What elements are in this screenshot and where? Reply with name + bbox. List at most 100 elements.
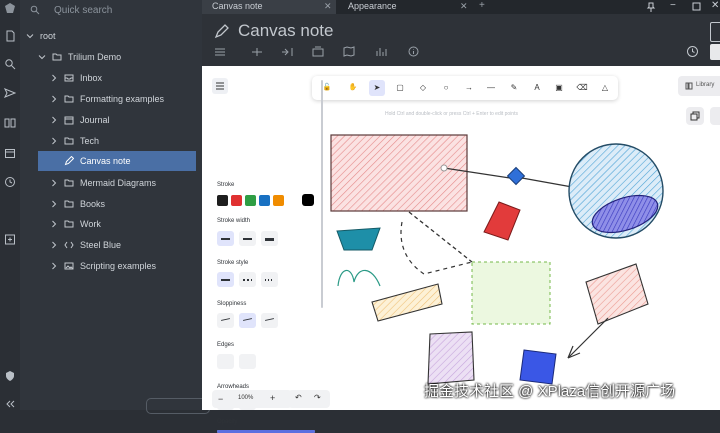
note-history-icon[interactable] <box>686 45 699 58</box>
more-shapes-icon[interactable]: △ <box>597 80 613 96</box>
attribute-icon[interactable] <box>251 47 263 57</box>
tree-actions[interactable] <box>146 398 210 414</box>
tree-item-label: Books <box>80 199 106 209</box>
stroke-style-dotted[interactable] <box>261 272 278 287</box>
delete-button[interactable] <box>710 107 720 125</box>
sloppiness-cartoonist[interactable] <box>261 313 278 328</box>
stroke-style-solid[interactable] <box>217 272 234 287</box>
diamond-icon[interactable]: ◇ <box>415 80 431 96</box>
tree-item[interactable]: Scripting examples <box>20 256 202 276</box>
tree-item[interactable]: Inbox <box>20 68 202 88</box>
collapse-sidebar-icon[interactable] <box>4 398 16 410</box>
chevron-right-icon[interactable] <box>50 220 58 228</box>
tree-item[interactable]: Journal <box>20 110 202 130</box>
pointer-icon[interactable]: ➤ <box>369 80 385 96</box>
more-options-icon[interactable] <box>710 44 720 60</box>
calendar-icon[interactable] <box>4 147 16 159</box>
tree-item[interactable]: Tech <box>20 131 202 151</box>
stroke-color-swatch[interactable] <box>273 195 284 206</box>
arrow-icon[interactable]: → <box>461 80 477 96</box>
archive-icon[interactable] <box>312 46 324 57</box>
maximize-icon[interactable] <box>692 2 701 11</box>
text-icon[interactable]: A <box>529 80 545 96</box>
chevron-right-icon[interactable] <box>50 137 58 145</box>
tree-item[interactable]: Trilium Demo <box>20 47 202 67</box>
trilium-logo-icon[interactable] <box>4 2 16 14</box>
line-icon[interactable]: — <box>483 80 499 96</box>
history-icon[interactable] <box>4 176 16 188</box>
map-icon[interactable] <box>343 46 355 57</box>
stroke-color-swatch[interactable] <box>259 195 270 206</box>
tab-canvas-note[interactable]: Canvas note ✕ <box>202 0 336 14</box>
chevron-down-icon[interactable] <box>38 53 46 61</box>
zoom-in-button[interactable]: + <box>270 393 275 403</box>
pencil-icon[interactable]: ✎ <box>506 80 522 96</box>
sloppiness-architect[interactable] <box>217 313 234 328</box>
calendar-add-icon[interactable] <box>4 233 16 245</box>
split-view-icon[interactable] <box>710 22 720 42</box>
tree-item[interactable]: Steel Blue <box>20 235 202 255</box>
info-icon[interactable] <box>408 46 419 57</box>
chevron-right-icon[interactable] <box>50 262 58 270</box>
image-icon[interactable]: ▣ <box>551 80 567 96</box>
minimize-icon[interactable]: − <box>670 0 676 11</box>
stroke-color-swatch[interactable] <box>231 195 242 206</box>
canvas-editor[interactable]: 🔓 ✋ ➤ ▢ ◇ ○ → — ✎ A ▣ ⌫ △ Hold Ctrl and double-click… <box>202 66 720 433</box>
properties-scrollbar[interactable] <box>321 80 323 308</box>
duplicate-button[interactable] <box>686 107 704 125</box>
stroke-color-swatch[interactable] <box>245 195 256 206</box>
stroke-style-dashed[interactable] <box>239 272 256 287</box>
pin-icon[interactable] <box>646 2 656 12</box>
tree-item[interactable]: Work <box>20 214 202 234</box>
zoom-out-button[interactable]: − <box>218 394 223 404</box>
jump-to-note-icon[interactable] <box>4 87 16 99</box>
ellipse-icon[interactable]: ○ <box>438 80 454 96</box>
search-icon[interactable] <box>4 58 16 70</box>
library-button[interactable]: Library <box>678 76 720 96</box>
chevron-right-icon[interactable] <box>50 241 58 249</box>
shield-icon[interactable] <box>4 370 16 382</box>
chevron-right-icon[interactable] <box>50 179 58 187</box>
close-window-icon[interactable]: ✕ <box>711 0 719 11</box>
properties-icon[interactable] <box>214 47 226 57</box>
tree-item[interactable]: Formatting examples <box>20 89 202 109</box>
zoom-level[interactable]: 100% <box>238 395 253 401</box>
shape-yellow-rectangle <box>371 283 443 322</box>
tree-item[interactable]: root <box>20 26 202 46</box>
note-title[interactable]: Canvas note <box>238 21 333 41</box>
book-icon[interactable] <box>4 117 16 129</box>
stroke-width-extra-bold[interactable] <box>261 231 278 246</box>
chevron-right-icon[interactable] <box>50 74 58 82</box>
tab-appearance[interactable]: Appearance ✕ <box>338 0 472 14</box>
stroke-current-swatch[interactable] <box>302 194 314 206</box>
quick-search[interactable]: Quick search <box>28 2 198 18</box>
edges-sharp[interactable] <box>217 354 234 369</box>
tree-item[interactable]: Mermaid Diagrams <box>20 173 202 193</box>
new-tab-icon[interactable]: + <box>479 0 489 14</box>
sloppiness-artist[interactable] <box>239 313 256 328</box>
stroke-width-thin[interactable] <box>217 231 234 246</box>
chevron-right-icon[interactable] <box>50 116 58 124</box>
tree-item[interactable]: Books <box>20 194 202 214</box>
main-menu-button[interactable] <box>212 78 228 94</box>
quick-search-input[interactable]: Quick search <box>54 5 112 16</box>
close-icon[interactable]: ✕ <box>324 1 332 12</box>
copy-icon <box>690 111 700 121</box>
chevron-down-icon[interactable] <box>26 32 34 40</box>
close-icon[interactable]: ✕ <box>460 1 468 12</box>
chevron-right-icon[interactable] <box>50 95 58 103</box>
tree-item[interactable]: Canvas note <box>38 151 196 171</box>
new-note-icon[interactable] <box>4 30 16 42</box>
eraser-icon[interactable]: ⌫ <box>574 80 590 96</box>
rectangle-icon[interactable]: ▢ <box>392 80 408 96</box>
link-icon[interactable] <box>281 47 293 57</box>
stroke-width-bold[interactable] <box>239 231 256 246</box>
undo-icon[interactable]: ↶ <box>295 393 302 402</box>
hand-icon[interactable]: ✋ <box>345 80 361 96</box>
stroke-color-swatch[interactable] <box>217 195 228 206</box>
edges-round[interactable] <box>239 354 256 369</box>
inbox-icon <box>64 74 74 82</box>
chart-icon[interactable] <box>375 46 387 57</box>
chevron-right-icon[interactable] <box>50 200 58 208</box>
redo-icon[interactable]: ↷ <box>314 393 321 402</box>
